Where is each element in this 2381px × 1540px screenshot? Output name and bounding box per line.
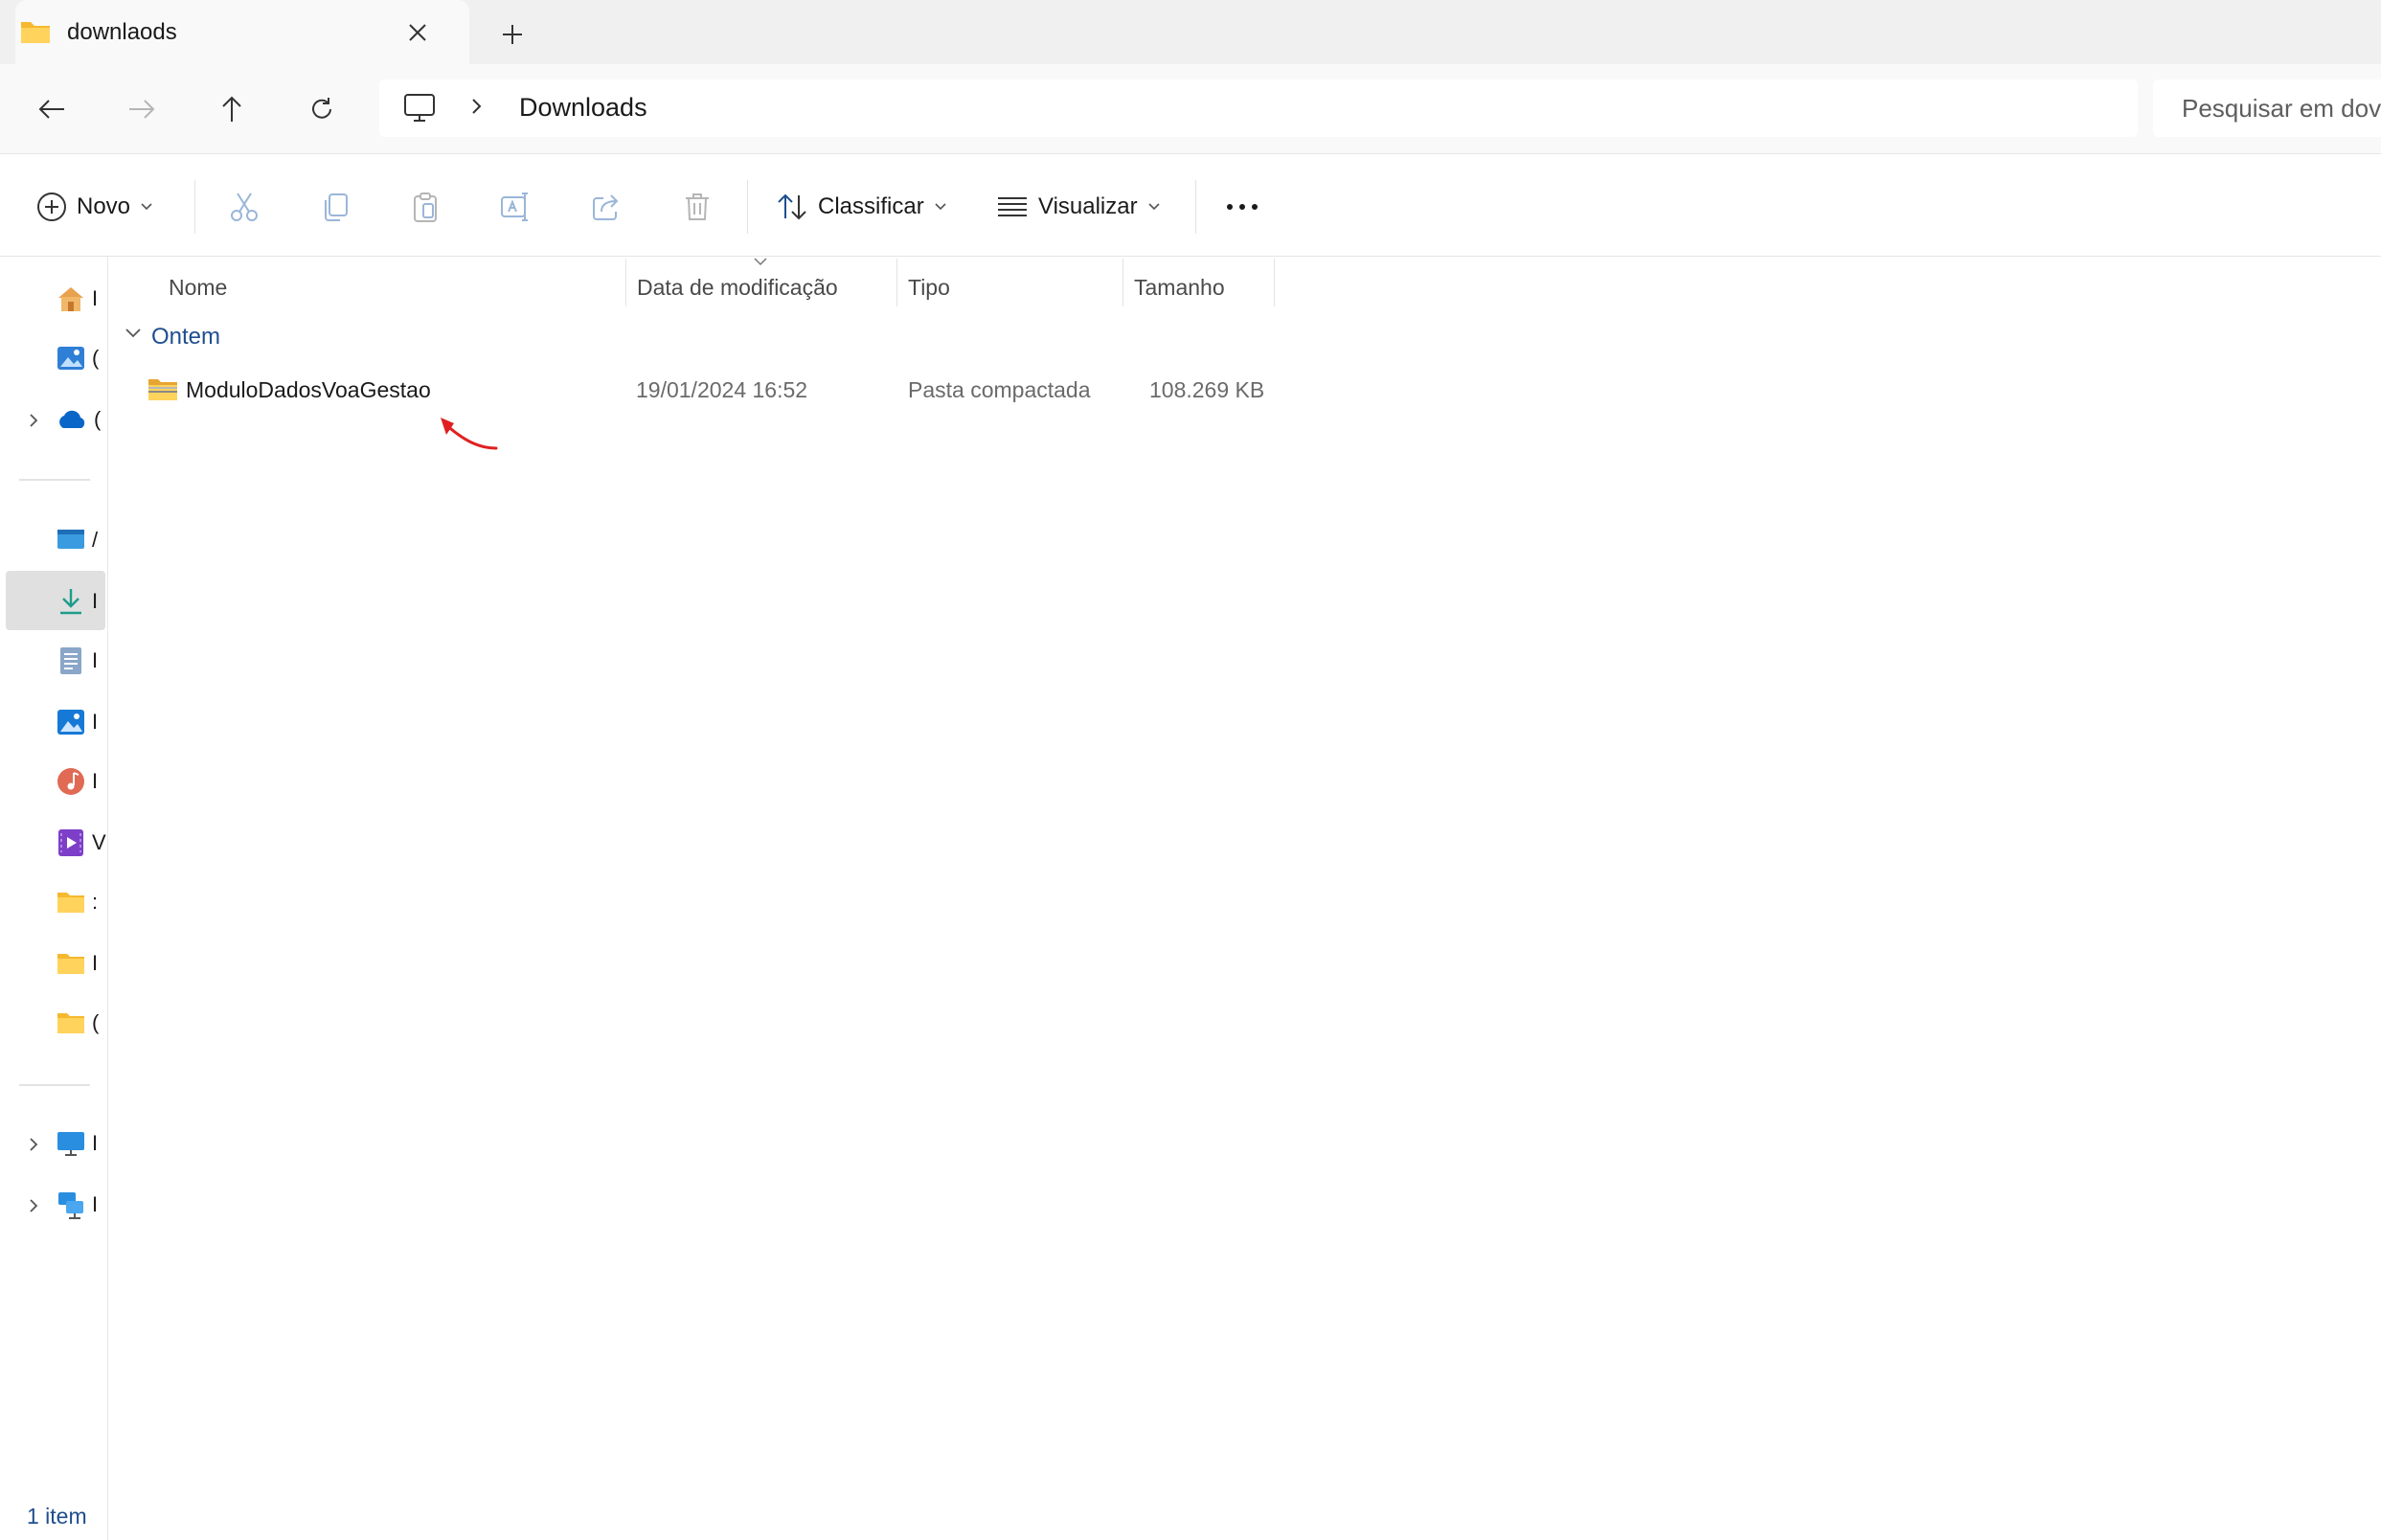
sidebar-item-videos[interactable]: V — [56, 824, 107, 862]
paste-icon — [402, 184, 448, 230]
sidebar-item-label: I — [92, 1192, 99, 1216]
sort-indicator-icon — [753, 257, 768, 266]
pictures-icon — [56, 708, 86, 736]
sidebar-item-label: ( — [92, 346, 100, 370]
chevron-right-icon[interactable] — [467, 92, 487, 121]
chevron-down-icon[interactable] — [125, 328, 142, 339]
plus-circle-icon — [36, 192, 67, 222]
sidebar-item-label: : — [92, 890, 99, 914]
breadcrumb-downloads[interactable]: Downloads — [519, 93, 647, 123]
divider — [19, 1084, 90, 1086]
sidebar-item-folder[interactable]: : — [56, 883, 107, 921]
sidebar-item-downloads[interactable]: I — [56, 582, 107, 621]
sidebar-item-label: I — [92, 286, 99, 310]
divider — [747, 180, 748, 234]
sidebar-item-desktop[interactable]: / — [56, 521, 107, 559]
chevron-down-icon — [140, 202, 153, 212]
column-header-size[interactable]: Tamanho — [1134, 268, 1225, 306]
delete-icon — [674, 184, 720, 230]
close-icon[interactable] — [398, 15, 437, 50]
sidebar-item-music[interactable]: I — [56, 762, 107, 801]
divider — [194, 180, 195, 234]
tab-title: downlaods — [67, 19, 177, 45]
file-date-modified: 19/01/2024 16:52 — [636, 377, 808, 402]
file-type: Pasta compactada — [908, 377, 1091, 402]
more-icon[interactable] — [1219, 184, 1265, 230]
chevron-right-icon[interactable] — [23, 1134, 44, 1155]
arrow-up-icon[interactable] — [211, 88, 253, 130]
sidebar-item-network[interactable]: I — [56, 1186, 107, 1224]
search-placeholder: Pesquisar em dov — [2182, 94, 2381, 123]
sort-icon — [776, 192, 808, 221]
videos-icon — [56, 827, 86, 858]
annotation-arrow-icon — [435, 414, 504, 456]
home-icon — [56, 284, 86, 313]
column-divider[interactable] — [896, 259, 897, 306]
sidebar-item-label: I — [92, 710, 99, 734]
folder-icon — [56, 1009, 86, 1036]
desktop-icon — [56, 527, 86, 554]
chevron-down-icon — [1147, 202, 1161, 212]
sidebar-item-label: / — [92, 528, 99, 552]
refresh-icon[interactable] — [301, 88, 343, 130]
sidebar-item-onedrive[interactable]: ( — [56, 400, 107, 439]
divider — [19, 479, 90, 481]
documents-icon — [56, 645, 86, 676]
file-size: 108.269 KB — [1149, 377, 1265, 402]
sort-button-label: Classificar — [818, 193, 924, 219]
sidebar-item-folder[interactable]: I — [56, 944, 107, 983]
column-divider[interactable] — [1122, 259, 1123, 306]
this-pc-icon — [56, 1129, 86, 1158]
sidebar-item-pictures[interactable]: I — [56, 703, 107, 741]
onedrive-icon — [56, 408, 88, 431]
computer-icon[interactable] — [402, 92, 437, 125]
folder-icon — [56, 950, 86, 977]
sidebar-item-folder[interactable]: ( — [56, 1004, 107, 1042]
view-button[interactable]: Visualizar — [996, 182, 1161, 232]
column-header-name[interactable]: Nome — [169, 268, 227, 306]
file-name[interactable]: ModuloDadosVoaGestao — [186, 377, 431, 403]
network-icon — [56, 1189, 86, 1220]
sidebar-item-label: ( — [94, 407, 102, 431]
sidebar-item-label: ( — [92, 1010, 100, 1034]
chevron-right-icon[interactable] — [23, 410, 44, 431]
sidebar-item-label: V — [92, 830, 106, 854]
chevron-down-icon — [934, 202, 947, 212]
sidebar-item-gallery[interactable]: ( — [56, 339, 107, 377]
folder-icon — [56, 889, 86, 916]
sidebar-item-label: I — [92, 1131, 99, 1155]
sidebar-item-label: I — [92, 769, 99, 793]
sort-button[interactable]: Classificar — [776, 182, 947, 232]
share-icon — [583, 184, 629, 230]
gallery-icon — [56, 344, 86, 373]
new-button-label: Novo — [77, 193, 131, 219]
copy-icon — [312, 184, 358, 230]
sidebar-item-home[interactable]: I — [56, 280, 107, 318]
music-icon — [56, 766, 86, 797]
zip-folder-icon — [147, 376, 178, 403]
divider — [1195, 180, 1196, 234]
sidebar-item-label: I — [92, 951, 99, 975]
new-button[interactable]: Novo — [36, 182, 153, 232]
sidebar-item-label: I — [92, 589, 99, 613]
sidebar-item-label: I — [92, 648, 99, 672]
arrow-right-icon — [121, 88, 163, 130]
rename-icon — [492, 184, 538, 230]
arrow-left-icon[interactable] — [31, 88, 73, 130]
view-button-label: Visualizar — [1038, 193, 1138, 219]
sidebar-item-documents[interactable]: I — [56, 642, 107, 680]
status-item-count: 1 item — [27, 1504, 87, 1529]
view-list-icon — [996, 194, 1029, 219]
download-icon — [56, 586, 86, 617]
group-header[interactable]: Ontem — [151, 324, 220, 351]
column-divider[interactable] — [625, 259, 626, 306]
column-divider[interactable] — [1274, 259, 1275, 306]
sidebar-item-this-pc[interactable]: I — [56, 1124, 107, 1163]
folder-icon — [19, 18, 52, 45]
cut-icon — [221, 184, 267, 230]
plus-icon[interactable] — [492, 15, 533, 54]
column-header-type[interactable]: Tipo — [908, 268, 950, 306]
chevron-right-icon[interactable] — [23, 1195, 44, 1216]
column-header-date[interactable]: Data de modificação — [637, 268, 838, 306]
